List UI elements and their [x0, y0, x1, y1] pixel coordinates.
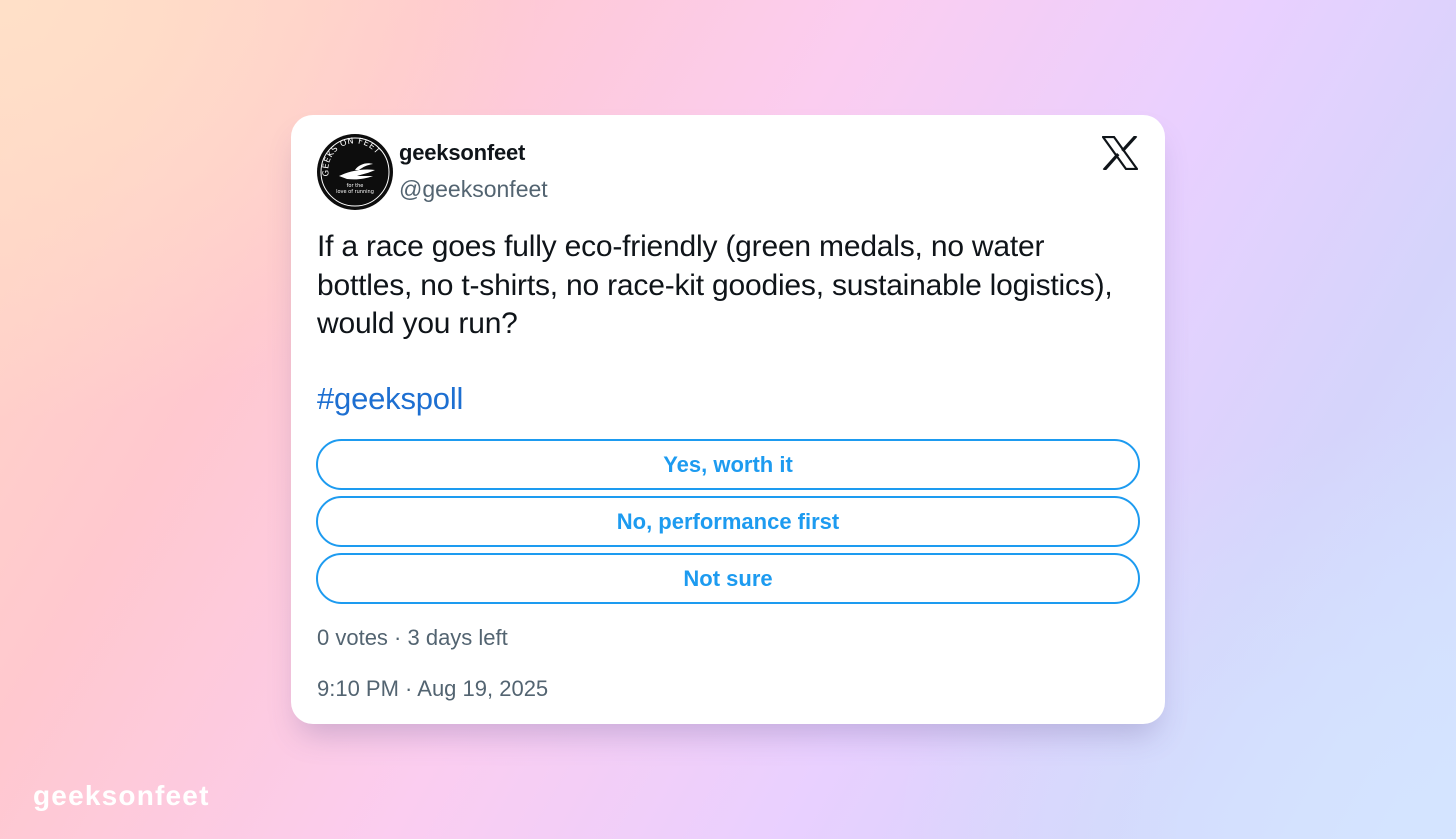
- hashtag-link[interactable]: #geekspoll: [317, 381, 463, 417]
- tweet-card: GEEKS ON FEET for the love of running ge…: [291, 115, 1165, 724]
- geeks-on-feet-logo-icon: GEEKS ON FEET for the love of running: [320, 135, 390, 207]
- svg-text:GEEKS ON FEET: GEEKS ON FEET: [320, 135, 383, 177]
- avatar[interactable]: GEEKS ON FEET for the love of running: [317, 134, 393, 210]
- user-handle[interactable]: @geeksonfeet: [399, 176, 548, 203]
- poll-option-no[interactable]: No, performance first: [316, 496, 1140, 547]
- tweet-text: If a race goes fully eco-friendly (green…: [317, 230, 1113, 340]
- logo-tagline-2: love of running: [336, 189, 374, 195]
- display-name[interactable]: geeksonfeet: [399, 140, 525, 166]
- poll-option-yes[interactable]: Yes, worth it: [316, 439, 1140, 490]
- tweet-timestamp[interactable]: 9:10 PM · Aug 19, 2025: [317, 676, 548, 702]
- logo-arc-text: GEEKS ON FEET: [320, 135, 382, 177]
- brand-watermark: geeksonfeet: [33, 780, 210, 811]
- x-logo-icon[interactable]: [1101, 134, 1139, 172]
- poll-meta: 0 votes · 3 days left: [317, 625, 508, 650]
- poll-option-not-sure[interactable]: Not sure: [316, 553, 1140, 604]
